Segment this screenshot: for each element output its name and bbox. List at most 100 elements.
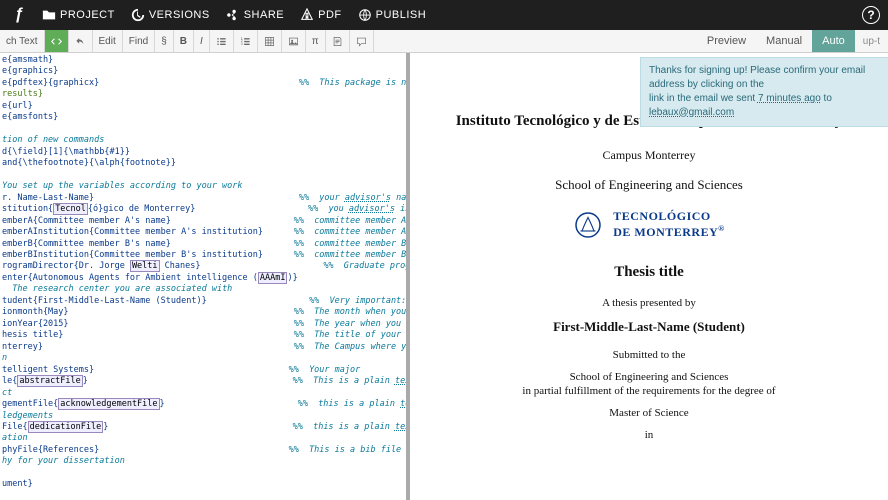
code-line: le{ (2, 376, 17, 386)
doc-presented: A thesis presented by (410, 297, 888, 309)
code-comment: %% this is a plain (293, 422, 395, 432)
pdf-preview[interactable]: Thanks for signing up! Please confirm yo… (410, 53, 888, 500)
manual-tab[interactable]: Manual (756, 30, 812, 52)
notice-email-link[interactable]: lebaux@gmail.com (649, 107, 734, 118)
pdf-label: PDF (318, 9, 342, 21)
doc-school2: School of Engineering and Sciences (410, 371, 888, 383)
code-line: emberA{Committee member A's name} (2, 216, 171, 226)
versions-menu[interactable]: VERSIONS (123, 4, 218, 26)
code-comment: tex (395, 376, 410, 386)
list-icon (216, 36, 227, 47)
preview-tab[interactable]: Preview (697, 30, 756, 52)
edit-menu[interactable]: Edit (93, 30, 123, 52)
auto-tab[interactable]: Auto (812, 30, 855, 52)
list-button[interactable] (210, 30, 234, 52)
code-comment: %% you (308, 204, 349, 214)
code-line: phyFile{References} (2, 445, 99, 455)
comment-button[interactable] (350, 30, 374, 52)
history-icon (131, 8, 145, 22)
code-comment: tex (395, 422, 410, 432)
code-line: d{\field}[1]{\mathbb{#1}} (2, 147, 130, 157)
doc-degree: Master of Science (410, 407, 888, 419)
uptodate-status: up-t (855, 30, 888, 52)
doc-submitted: Submitted to the (410, 349, 888, 361)
code-icon (51, 36, 62, 47)
code-line: File{ (2, 422, 28, 432)
code-line: e{amsfonts} (2, 112, 58, 122)
doc-fulfillment: in partial fulfillment of the requiremen… (410, 385, 888, 397)
cite-button[interactable] (326, 30, 350, 52)
code-line: e{graphics} (2, 66, 58, 76)
math-button[interactable]: π (306, 30, 326, 52)
code-comment: %% committee member A's institution (294, 227, 410, 237)
italic-button[interactable]: I (194, 30, 210, 52)
code-comment: %% committee member B's institution (294, 250, 410, 260)
confirm-email-notice: Thanks for signing up! Please confirm yo… (640, 57, 888, 127)
code-comment: %% This package is necessary to use (299, 78, 410, 88)
code-comment: %% Your major (289, 365, 361, 375)
code-comment: The research center you are associated w… (12, 284, 232, 294)
code-comment: %% This is a plain (293, 376, 395, 386)
share-label: SHARE (244, 9, 284, 21)
table-button[interactable] (258, 30, 282, 52)
code-box: abstractFile (17, 375, 82, 387)
comment-icon (356, 36, 367, 47)
publish-menu[interactable]: PUBLISH (350, 4, 435, 26)
project-menu[interactable]: PROJECT (34, 4, 123, 26)
code-box: Tecnol (53, 203, 88, 215)
code-toggle-button[interactable] (45, 30, 69, 52)
table-icon (264, 36, 275, 47)
share-menu[interactable]: SHARE (218, 4, 292, 26)
publish-label: PUBLISH (376, 9, 427, 21)
numbered-list-button[interactable]: 123 (234, 30, 258, 52)
code-editor[interactable]: e{amsmath} e{graphics} e{pdftex}{graphic… (0, 53, 410, 500)
code-line: rogramDirector{Dr. Jorge (2, 261, 130, 271)
code-line: ument} (2, 479, 33, 489)
brand-logo[interactable]: ƒ (8, 4, 30, 26)
code-line: emberAInstitution{Committee member A's i… (2, 227, 263, 237)
undo-button[interactable] (69, 30, 93, 52)
code-comment: %% The year when you give your thesis (294, 319, 410, 329)
code-line: )} (287, 273, 297, 283)
code-comment: %% this is a plain (298, 399, 400, 409)
code-line: emberBInstitution{Committee member B's i… (2, 250, 263, 260)
code-line: tudent{First-Middle-Last-Name (Student)} (2, 296, 207, 306)
section-button[interactable]: § (155, 30, 174, 52)
doc-title: Thesis title (410, 264, 888, 281)
project-label: PROJECT (60, 9, 115, 21)
editor-toolbar: ch Text Edit Find § B I 123 (0, 30, 888, 53)
doc-logo: TECNOLÓGICO DE MONTERREY® (410, 209, 888, 240)
code-comment: %% Very important: Your name (309, 296, 410, 306)
code-line: telligent Systems} (2, 365, 94, 375)
code-box: acknowledgementFile (58, 398, 159, 410)
top-menubar: ƒ PROJECT VERSIONS SHARE PDF PUBLISH ? (0, 0, 888, 30)
code-line: and{\thefootnote}{\alph{footnote}} (2, 158, 176, 168)
code-comment: %% The Campus where you are to give (294, 342, 410, 352)
image-button[interactable] (282, 30, 306, 52)
code-comment: %% The title of your dissertation (294, 330, 410, 340)
richtext-button[interactable]: ch Text (0, 30, 45, 52)
cite-icon (332, 36, 343, 47)
publish-icon (358, 8, 372, 22)
pdf-menu[interactable]: PDF (292, 4, 350, 26)
notice-time-link[interactable]: 7 minutes ago (758, 93, 821, 104)
code-comment: ct (2, 388, 12, 398)
code-line: e{pdftex}{graphicx} (2, 78, 99, 88)
code-line: enter{Autonomous Agents for Ambient inte… (2, 273, 258, 283)
numbered-list-icon: 123 (240, 36, 251, 47)
code-comment: n (2, 353, 7, 363)
code-comment: %% committee member B's name (294, 239, 410, 249)
code-comment: institution (395, 204, 410, 214)
help-button[interactable]: ? (862, 6, 880, 24)
code-line: e{url} (2, 101, 33, 111)
doc-in: in (410, 429, 888, 441)
bold-button[interactable]: B (174, 30, 194, 52)
code-comment: %% The month when you give your thesis (294, 307, 410, 317)
code-line: hesis title} (2, 330, 63, 340)
undo-icon (75, 36, 86, 47)
code-comment: %% your (299, 193, 345, 203)
image-icon (288, 36, 299, 47)
code-comment: name (391, 193, 410, 203)
find-button[interactable]: Find (123, 30, 155, 52)
doc-author: First-Middle-Last-Name (Student) (410, 319, 888, 335)
